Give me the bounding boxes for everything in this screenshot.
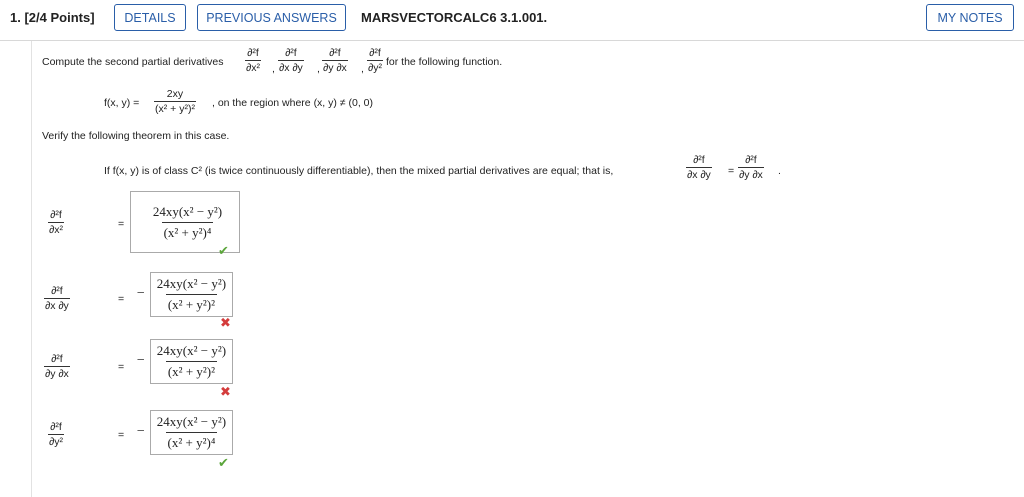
deriv-xy: ∂²f ∂x ∂y <box>278 47 304 74</box>
my-notes-button[interactable]: MY NOTES <box>926 4 1014 31</box>
answer-input-yx[interactable]: − 24xy(x² − y²) (x² + y²)² <box>130 332 240 390</box>
theorem-rhs-den: ∂y ∂x <box>738 167 764 181</box>
correct-check-icon: ✔ <box>218 243 229 258</box>
deriv-xy-num: ∂²f <box>285 47 297 59</box>
answer-label-xx: ∂²f ∂x² <box>48 209 64 236</box>
details-button[interactable]: DETAILS <box>114 4 186 31</box>
answer-label-yy: ∂²f ∂y² <box>48 421 64 448</box>
intro-text: Compute the second partial derivatives <box>42 56 224 68</box>
incorrect-cross-icon: ✖ <box>220 315 231 330</box>
intro-suffix: for the following function. <box>386 56 503 68</box>
answer-label-yx: ∂²f ∂y ∂x <box>44 353 70 380</box>
function-lhs: f(x, y) = <box>104 97 140 109</box>
deriv-yy-num: ∂²f <box>369 47 381 59</box>
answer-label-xy: ∂²f ∂x ∂y <box>44 285 70 312</box>
theorem-rhs-num: ∂²f <box>745 154 757 166</box>
answer-expression: − 24xy(x² − y²) (x² + y²)² <box>136 271 234 317</box>
equals-sign: = <box>118 429 125 441</box>
question-id: MARSVECTORCALC6 3.1.001. <box>361 10 548 25</box>
theorem-period: . <box>778 165 781 177</box>
answer-label-den: ∂x ∂y <box>44 298 70 312</box>
equals-sign: = <box>118 361 125 373</box>
deriv-xx-num: ∂²f <box>247 47 259 59</box>
incorrect-cross-icon: ✖ <box>220 384 231 399</box>
deriv-yy-den: ∂y² <box>367 60 383 74</box>
equals-sign: = <box>118 218 125 230</box>
theorem-text: If f(x, y) is of class C² (is twice cont… <box>104 165 614 177</box>
answer-label-num: ∂²f <box>50 421 62 433</box>
question-body: Compute the second partial derivatives ∂… <box>31 41 1024 497</box>
answer-expression: − 24xy(x² − y²) (x² + y²)⁴ <box>136 409 234 455</box>
answer-input-yy[interactable]: − 24xy(x² − y²) (x² + y²)⁴ <box>130 401 240 463</box>
theorem-equals: = <box>728 165 735 177</box>
answer-label-den: ∂y² <box>48 434 64 448</box>
comma: , <box>361 63 364 75</box>
deriv-xx: ∂²f ∂x² <box>245 47 261 74</box>
function-numerator: 2xy <box>166 88 184 100</box>
question-number: 1. [2/4 Points] <box>10 10 95 25</box>
deriv-yx: ∂²f ∂y ∂x <box>322 47 348 74</box>
comma: , <box>317 63 320 75</box>
verify-text: Verify the following theorem in this cas… <box>42 130 230 142</box>
answer-label-den: ∂x² <box>48 222 64 236</box>
function-fraction: 2xy (x² + y²)² <box>154 88 196 115</box>
deriv-yx-den: ∂y ∂x <box>322 60 348 74</box>
function-suffix: , on the region where (x, y) ≠ (0, 0) <box>212 97 373 109</box>
answer-numerator: 24xy(x² − y²) <box>156 275 227 291</box>
answer-label-num: ∂²f <box>51 285 63 297</box>
answer-numerator: 24xy(x² − y²) <box>156 342 227 358</box>
answer-sign: − <box>136 424 145 439</box>
answer-sign: − <box>136 286 145 301</box>
comma: , <box>272 63 275 75</box>
answer-expression: 24xy(x² − y²) (x² + y²)⁴ <box>146 204 224 241</box>
answer-denominator: (x² + y²)⁴ <box>165 431 218 451</box>
correct-check-icon: ✔ <box>218 455 229 470</box>
answer-sign: − <box>136 353 145 368</box>
deriv-xx-den: ∂x² <box>245 60 261 74</box>
theorem-lhs-den: ∂x ∂y <box>686 167 712 181</box>
answer-denominator: (x² + y²)² <box>165 293 218 313</box>
previous-answers-button[interactable]: PREVIOUS ANSWERS <box>197 4 346 31</box>
theorem-rhs: ∂²f ∂y ∂x <box>738 154 764 181</box>
function-denominator: (x² + y²)² <box>154 101 196 115</box>
question-header: 1. [2/4 Points] DETAILS PREVIOUS ANSWERS… <box>0 0 1024 41</box>
answer-label-den: ∂y ∂x <box>44 366 70 380</box>
deriv-yy: ∂²f ∂y² <box>367 47 383 74</box>
answer-numerator: 24xy(x² − y²) <box>156 413 227 429</box>
theorem-lhs-num: ∂²f <box>693 154 705 166</box>
deriv-xy-den: ∂x ∂y <box>278 60 304 74</box>
answer-expression: − 24xy(x² − y²) (x² + y²)² <box>136 338 234 384</box>
answer-label-num: ∂²f <box>51 353 63 365</box>
theorem-lhs: ∂²f ∂x ∂y <box>686 154 712 181</box>
answer-numerator: 24xy(x² − y²) <box>152 203 223 219</box>
answer-denominator: (x² + y²)² <box>165 360 218 380</box>
equals-sign: = <box>118 293 125 305</box>
deriv-yx-num: ∂²f <box>329 47 341 59</box>
answer-label-num: ∂²f <box>50 209 62 221</box>
answer-denominator: (x² + y²)⁴ <box>161 221 214 241</box>
